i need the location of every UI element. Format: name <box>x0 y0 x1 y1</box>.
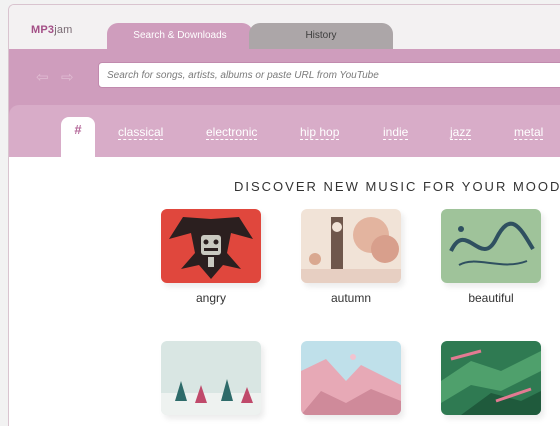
mood-card-autumn[interactable]: autumn <box>301 209 401 305</box>
toolbar: ⇦ ⇨ <box>9 49 560 101</box>
mood-thumbnail <box>441 209 541 283</box>
mood-card-angry[interactable]: angry <box>161 209 261 305</box>
app-logo: MP3jam <box>31 24 73 36</box>
page-title: DISCOVER NEW MUSIC FOR YOUR MOOD <box>234 179 560 194</box>
mood-thumbnail <box>301 209 401 283</box>
mood-thumbnail <box>301 341 401 415</box>
mood-thumbnail <box>161 341 261 415</box>
genre-jazz[interactable]: jazz <box>450 125 472 140</box>
mood-thumbnail <box>161 209 261 283</box>
title-bar: MP3jam Search & Downloads History <box>9 5 560 50</box>
genre-tab-hash[interactable]: # <box>61 117 95 157</box>
genre-hip-hop[interactable]: hip hop <box>300 125 340 140</box>
discover-section: DISCOVER NEW MUSIC FOR YOUR MOOD angry a… <box>9 157 560 426</box>
mood-card-beautiful[interactable]: beautiful <box>441 209 541 305</box>
mood-label: beautiful <box>468 291 514 305</box>
tab-search-downloads[interactable]: Search & Downloads <box>107 23 253 50</box>
mood-card[interactable] <box>301 341 401 423</box>
genre-metal[interactable]: metal <box>514 125 544 140</box>
mood-thumbnail <box>441 341 541 415</box>
genre-indie[interactable]: indie <box>383 125 409 140</box>
genre-bar: # classical electronic hip hop indie jaz… <box>9 101 560 157</box>
mood-label: angry <box>195 291 227 305</box>
mood-label: autumn <box>330 291 372 305</box>
search-input[interactable] <box>99 63 560 87</box>
tab-history[interactable]: History <box>249 23 393 50</box>
search-box <box>98 62 560 88</box>
mood-card[interactable] <box>161 341 261 423</box>
genre-classical[interactable]: classical <box>118 125 164 140</box>
arrow-right-icon[interactable]: ⇨ <box>61 70 74 85</box>
arrow-left-icon[interactable]: ⇦ <box>36 70 49 85</box>
app-window: MP3jam Search & Downloads History ⇦ ⇨ # … <box>8 4 560 426</box>
mood-card[interactable] <box>441 341 541 423</box>
genre-electronic[interactable]: electronic <box>206 125 258 140</box>
